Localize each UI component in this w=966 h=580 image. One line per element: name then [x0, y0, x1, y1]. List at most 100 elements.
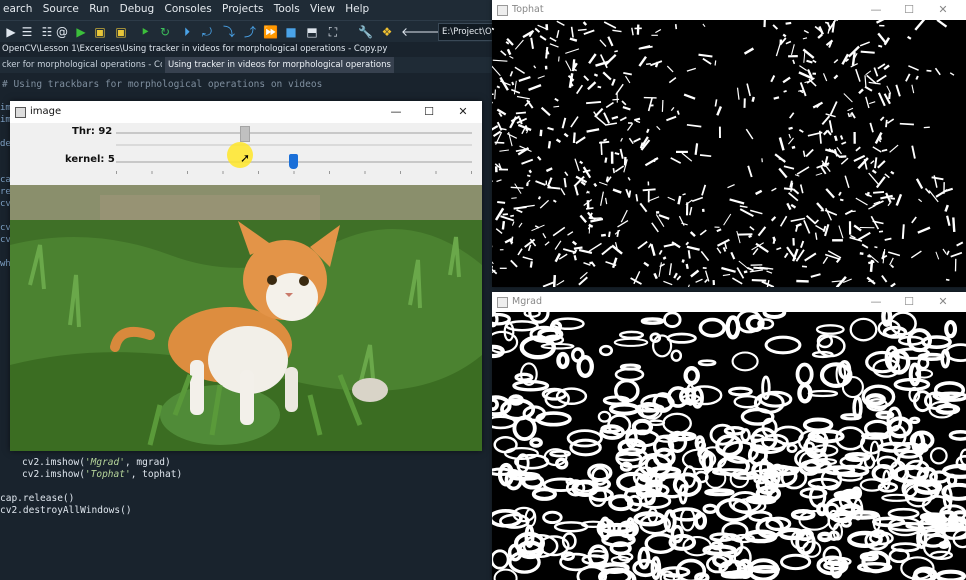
stop-icon[interactable]: ■: [284, 25, 298, 39]
tophat-streak: [623, 72, 632, 76]
tophat-streak: [698, 53, 713, 58]
thr-slider-thumb[interactable]: [240, 126, 250, 142]
tophat-streak: [539, 35, 547, 41]
minimize-icon[interactable]: —: [385, 104, 407, 120]
tophat-streak: [873, 67, 879, 77]
tophat-streak: [585, 207, 594, 210]
tophat-streak: [805, 148, 814, 158]
tophat-streak: [524, 126, 529, 132]
menu-run[interactable]: Run: [86, 0, 113, 15]
tophat-streak: [603, 138, 608, 142]
tophat-streak: [798, 129, 804, 133]
tophat-streak: [502, 213, 508, 216]
maximize-icon[interactable]: ☐: [898, 294, 920, 310]
wrench-icon[interactable]: 🔧: [358, 25, 373, 39]
fullscreen-icon[interactable]: ⛶: [326, 25, 340, 39]
tophat-streak: [681, 222, 688, 226]
menu-search[interactable]: earch: [0, 0, 36, 15]
tophat-streak: [647, 97, 653, 112]
tab-copy-file[interactable]: cker for morphological operations - Copy…: [0, 57, 162, 73]
tophat-streak: [515, 148, 529, 152]
menu-consoles[interactable]: Consoles: [162, 0, 216, 15]
tophat-streak: [855, 146, 861, 152]
tophat-streak: [822, 73, 828, 82]
menu-tools[interactable]: Tools: [271, 0, 304, 15]
mgrad-window: Mgrad — ☐ ✕: [492, 292, 966, 580]
tophat-streak: [879, 116, 885, 122]
list-icon[interactable]: ☰: [20, 25, 34, 39]
tophat-streak: [554, 240, 562, 250]
image-window-titlebar[interactable]: image — ☐ ✕: [10, 101, 482, 123]
tophat-streak: [527, 244, 532, 252]
maximize-icon[interactable]: ☐: [898, 2, 920, 18]
tophat-streak: [918, 198, 923, 203]
at-icon[interactable]: @: [55, 25, 69, 39]
tophat-streak: [574, 185, 579, 196]
tophat-streak: [599, 39, 607, 47]
menu-projects[interactable]: Projects: [219, 0, 267, 15]
minimize-icon[interactable]: —: [865, 294, 887, 310]
tophat-streak: [839, 135, 844, 140]
run-selection-icon[interactable]: ⯈: [138, 25, 152, 39]
step-into-icon[interactable]: ⤵: [222, 25, 236, 39]
step-icon[interactable]: ⤾: [200, 25, 214, 39]
tophat-streak: [884, 173, 890, 179]
menu-help[interactable]: Help: [342, 0, 373, 15]
tophat-streak: [634, 117, 641, 122]
tophat-streak: [686, 123, 702, 128]
tophat-streak: [886, 85, 892, 94]
tophat-streak: [614, 50, 618, 53]
tophat-titlebar[interactable]: Tophat — ☐ ✕: [492, 0, 966, 20]
tophat-streak: [554, 252, 561, 263]
step-return-icon[interactable]: ⤴: [243, 25, 257, 39]
tophat-streak: [772, 24, 779, 30]
tophat-streak: [855, 197, 868, 206]
tophat-output: [492, 20, 964, 287]
tophat-streak: [935, 251, 940, 260]
tophat-streak: [799, 82, 807, 97]
tophat-streak: [622, 106, 631, 111]
tophat-streak: [549, 43, 559, 48]
variables-icon[interactable]: ☷: [40, 25, 54, 39]
run-icon[interactable]: ▶: [4, 25, 18, 39]
window-title: Mgrad: [512, 296, 542, 307]
close-icon[interactable]: ✕: [932, 2, 954, 18]
python-icon[interactable]: ❖: [380, 25, 394, 39]
minimize-icon[interactable]: —: [865, 2, 887, 18]
debug-icon[interactable]: ⏵: [180, 25, 194, 39]
tophat-streak: [611, 115, 619, 120]
code-fragment: wh: [0, 259, 11, 269]
rerun-icon[interactable]: ↻: [158, 25, 172, 39]
tophat-streak: [864, 85, 873, 92]
close-icon[interactable]: ✕: [452, 104, 474, 120]
continue-icon[interactable]: ⏩: [263, 25, 278, 39]
tophat-streak: [619, 148, 624, 159]
forward-arrow-icon[interactable]: 🡒: [421, 25, 453, 39]
menu-source[interactable]: Source: [40, 0, 83, 15]
tophat-streak: [782, 76, 791, 84]
tophat-streak: [593, 182, 598, 187]
maximize-icon[interactable]: ☐: [418, 104, 440, 120]
tophat-streak: [653, 158, 657, 163]
tophat-streak: [564, 171, 569, 177]
tophat-streak: [872, 146, 882, 153]
mgrad-titlebar[interactable]: Mgrad — ☐ ✕: [492, 292, 966, 312]
tophat-streak: [588, 242, 602, 252]
tophat-streak: [857, 231, 871, 241]
back-arrow-icon[interactable]: 🡐: [401, 25, 433, 39]
thr-trackbar[interactable]: [116, 132, 472, 134]
maximize-pane-icon[interactable]: ⬒: [305, 25, 319, 39]
tophat-streak: [599, 54, 608, 69]
run-file-icon[interactable]: ▶: [74, 25, 88, 39]
close-icon[interactable]: ✕: [932, 294, 954, 310]
menu-view[interactable]: View: [307, 0, 339, 15]
image-window: image — ☐ ✕ Thr: 92 kernel: 5 ➚: [10, 101, 482, 451]
kernel-slider-thumb[interactable]: [289, 154, 298, 169]
tophat-streak: [814, 232, 818, 240]
run-cell-advance-icon[interactable]: ▣: [114, 25, 128, 39]
menu-debug[interactable]: Debug: [117, 0, 159, 15]
working-directory-field[interactable]: E:\Project\On: [438, 23, 497, 41]
tophat-streak: [877, 160, 886, 169]
tophat-streak: [515, 111, 526, 115]
run-cell-icon[interactable]: ▣: [93, 25, 107, 39]
